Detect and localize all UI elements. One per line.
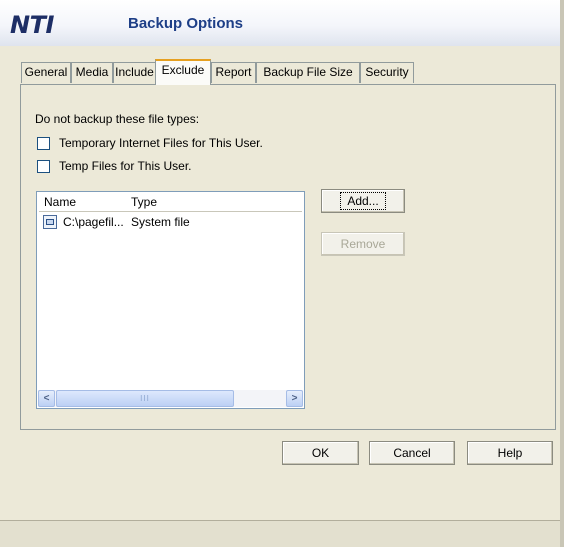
list-item[interactable]: C:\pagefil... System file — [43, 214, 293, 230]
temp-internet-files-checkbox[interactable] — [37, 136, 50, 150]
dialog-title: Backup Options — [128, 15, 244, 32]
status-bar — [0, 520, 564, 547]
tab-media[interactable]: Media — [71, 62, 113, 83]
list-item-name: C:\pagefil... — [63, 215, 124, 229]
scroll-left-icon[interactable]: < — [38, 390, 55, 407]
temp-files-option[interactable]: Temp Files for This User. — [37, 158, 191, 174]
ok-button-label: OK — [311, 446, 330, 460]
add-button-label: Add... — [340, 192, 386, 210]
help-button-label: Help — [497, 446, 523, 460]
cancel-button-label: Cancel — [393, 446, 431, 460]
scrollbar-thumb[interactable]: III — [56, 390, 234, 407]
help-button[interactable]: Help — [467, 441, 553, 465]
horizontal-scrollbar[interactable]: < III > — [38, 390, 303, 407]
exclude-intro-label: Do not backup these file types: — [35, 112, 200, 126]
dialog-header: NTI Backup Options — [0, 0, 564, 46]
tab-backup-file-size[interactable]: Backup File Size — [256, 62, 360, 83]
temp-files-checkbox[interactable] — [37, 159, 50, 173]
remove-button-label: Remove — [340, 237, 386, 251]
tab-security[interactable]: Security — [360, 62, 414, 83]
list-item-type: System file — [131, 215, 190, 229]
tab-general[interactable]: General — [21, 62, 71, 83]
temp-internet-files-option[interactable]: Temporary Internet Files for This User. — [37, 135, 263, 151]
system-file-icon — [43, 215, 57, 229]
tab-exclude[interactable]: Exclude — [155, 59, 211, 85]
temp-internet-files-label: Temporary Internet Files for This User. — [59, 136, 263, 150]
column-header-type[interactable]: Type — [131, 195, 157, 211]
window-edge — [560, 0, 564, 547]
cancel-button[interactable]: Cancel — [369, 441, 455, 465]
column-header-name[interactable]: Name — [44, 195, 76, 211]
ok-button[interactable]: OK — [282, 441, 359, 465]
temp-files-label: Temp Files for This User. — [59, 159, 192, 173]
scroll-right-icon[interactable]: > — [286, 390, 303, 407]
tab-include[interactable]: Include — [113, 62, 156, 83]
tab-report[interactable]: Report — [211, 62, 256, 83]
remove-button[interactable]: Remove — [321, 232, 405, 256]
add-button[interactable]: Add... — [321, 189, 405, 213]
excluded-files-list[interactable]: Name Type C:\pagefil... System file < II… — [36, 191, 305, 409]
nti-logo: NTI — [10, 11, 54, 39]
header-divider — [39, 211, 302, 212]
